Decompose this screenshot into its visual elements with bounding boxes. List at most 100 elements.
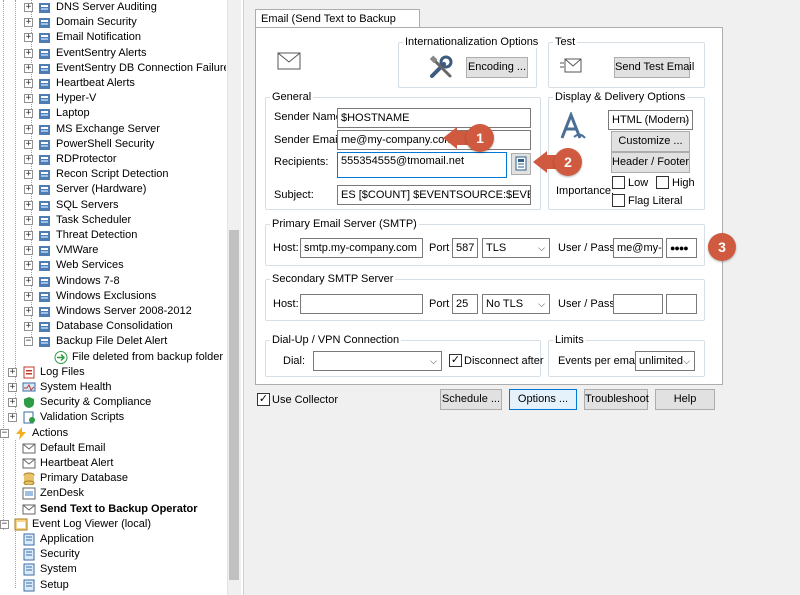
expand-icon[interactable]: + [24,33,33,43]
expand-icon[interactable]: + [24,170,33,180]
tree-item[interactable]: + Windows 7-8 [0,274,226,289]
tree-item[interactable]: + PowerShell Security [0,137,226,152]
tree-item[interactable]: Application [0,532,226,547]
primary-user-field[interactable]: me@my-cc [613,238,663,258]
tree-item[interactable]: + Database Consolidation [0,319,226,334]
primary-password-field[interactable]: ●●●● [666,238,697,258]
expand-icon[interactable]: + [24,215,33,225]
expand-icon[interactable]: + [8,398,17,408]
primary-port-field[interactable]: 587 [452,238,478,258]
tree-item[interactable]: + Threat Detection [0,228,226,243]
help-button[interactable]: Help [655,389,715,410]
tree-item[interactable]: + Windows Exclusions [0,289,226,304]
collapse-icon[interactable]: − [24,337,33,347]
expand-icon[interactable]: + [24,79,33,88]
tree-item[interactable]: + EventSentry DB Connection Failures [0,61,226,76]
expand-icon[interactable]: + [24,291,33,301]
tree-item[interactable]: Heartbeat Alert [0,456,226,471]
expand-icon[interactable]: + [24,200,33,210]
tree-item[interactable]: − Backup File Delet Alert [0,334,226,349]
tree-item[interactable]: + RDProtector [0,152,226,167]
collapse-icon[interactable]: − [0,428,9,438]
expand-icon[interactable]: + [24,124,33,134]
expand-icon[interactable]: + [24,246,33,256]
tree-scrollbar-thumb[interactable] [229,230,239,580]
expand-icon[interactable]: + [24,261,33,271]
tree-view[interactable]: + DNS Server Auditing + Domain Security + Ema… [0,0,226,595]
dial-select[interactable]: ⌵ [313,351,442,371]
tree-item[interactable]: ZenDesk [0,486,226,501]
high-checkbox[interactable] [656,176,669,189]
sender-email-field[interactable]: me@my-company.com [337,130,531,150]
expand-icon[interactable]: + [24,109,33,119]
tree-item[interactable]: − Actions [0,426,226,441]
tree-item[interactable]: − Event Log Viewer (local) [0,517,226,532]
tree-item[interactable]: + Heartbeat Alerts [0,76,226,91]
tree-item[interactable]: + Domain Security [0,15,226,30]
options-button[interactable]: Options ... [509,389,577,410]
tree-item[interactable]: + EventSentry Alerts [0,46,226,61]
expand-icon[interactable]: + [24,185,33,195]
troubleshoot-button[interactable]: Troubleshoot [584,389,649,410]
low-checkbox[interactable] [612,176,625,189]
expand-icon[interactable]: + [24,155,33,164]
tree-item[interactable]: + MS Exchange Server [0,122,226,137]
tree-item[interactable]: + VMWare [0,243,226,258]
expand-icon[interactable]: + [24,322,33,332]
tree-item[interactable]: + Windows Server 2008-2012 [0,304,226,319]
secondary-password-field[interactable] [666,294,697,314]
expand-icon[interactable]: + [24,63,33,73]
tree-item[interactable]: + Security & Compliance [0,395,226,410]
tab-email[interactable]: Email (Send Text to Backup Operator) [255,9,420,43]
tree-item[interactable]: + SQL Servers [0,198,226,213]
customize-button[interactable]: Customize ... [611,131,690,152]
expand-icon[interactable]: + [24,276,33,286]
tree-item[interactable]: + Recon Script Detection [0,167,226,182]
tree-item[interactable]: Security [0,547,226,562]
tree-item[interactable]: Primary Database [0,471,226,486]
secondary-security-select[interactable]: No TLS ⌵ [482,294,550,314]
expand-icon[interactable]: + [8,383,17,392]
format-select[interactable]: HTML (Modern) ⌵ [608,110,693,130]
tree-item[interactable]: Setup [0,578,226,593]
secondary-host-field[interactable] [300,294,423,314]
expand-icon[interactable]: + [24,48,33,58]
tree-item[interactable]: + Laptop [0,106,226,121]
tree-item[interactable]: + Hyper-V [0,91,226,106]
expand-icon[interactable]: + [24,94,33,104]
sender-name-field[interactable]: $HOSTNAME [337,108,531,128]
disconnect-after-checkbox[interactable]: ✓ [449,354,462,367]
expand-icon[interactable]: + [24,307,33,316]
expand-icon[interactable]: + [24,3,33,12]
schedule-button[interactable]: Schedule ... [440,389,502,410]
tree-item[interactable]: + Email Notification [0,30,226,45]
secondary-user-field[interactable] [613,294,663,314]
primary-security-select[interactable]: TLS ⌵ [482,238,550,258]
primary-host-field[interactable]: smtp.my-company.com [300,238,423,258]
secondary-port-field[interactable]: 25 [452,294,478,314]
header-footer-button[interactable]: Header / Footer [611,152,690,173]
events-per-email-select[interactable]: unlimited ⌵ [635,351,695,371]
encoding-button[interactable]: Encoding ... [466,57,528,78]
expand-icon[interactable]: + [8,413,17,423]
tree-item[interactable]: System [0,562,226,577]
tree-item[interactable]: + System Health [0,380,226,395]
tree-item[interactable]: File deleted from backup folder [0,350,226,365]
tree-item[interactable]: + DNS Server Auditing [0,0,226,15]
tree-item[interactable]: Default Email [0,441,226,456]
expand-icon[interactable]: + [24,231,33,240]
expand-icon[interactable]: + [8,367,17,377]
tree-item[interactable]: + Web Services [0,258,226,273]
tree-item[interactable]: + Server (Hardware) [0,182,226,197]
tree-item[interactable]: + Task Scheduler [0,213,226,228]
flag-literal-checkbox[interactable] [612,194,625,207]
send-test-email-button[interactable]: Send Test Email [614,57,694,78]
tree-item[interactable]: Send Text to Backup Operator [0,502,226,517]
recipients-field[interactable]: 555354555@tmomail.net [337,152,507,178]
collapse-icon[interactable]: − [0,519,9,529]
use-collector-checkbox[interactable]: ✓ [257,393,270,406]
expand-icon[interactable]: + [24,18,33,28]
subject-field[interactable]: ES [$COUNT] $EVENTSOURCE:$EVENTCATEGO [337,185,531,205]
expand-icon[interactable]: + [24,139,33,149]
address-book-button[interactable] [511,153,531,175]
